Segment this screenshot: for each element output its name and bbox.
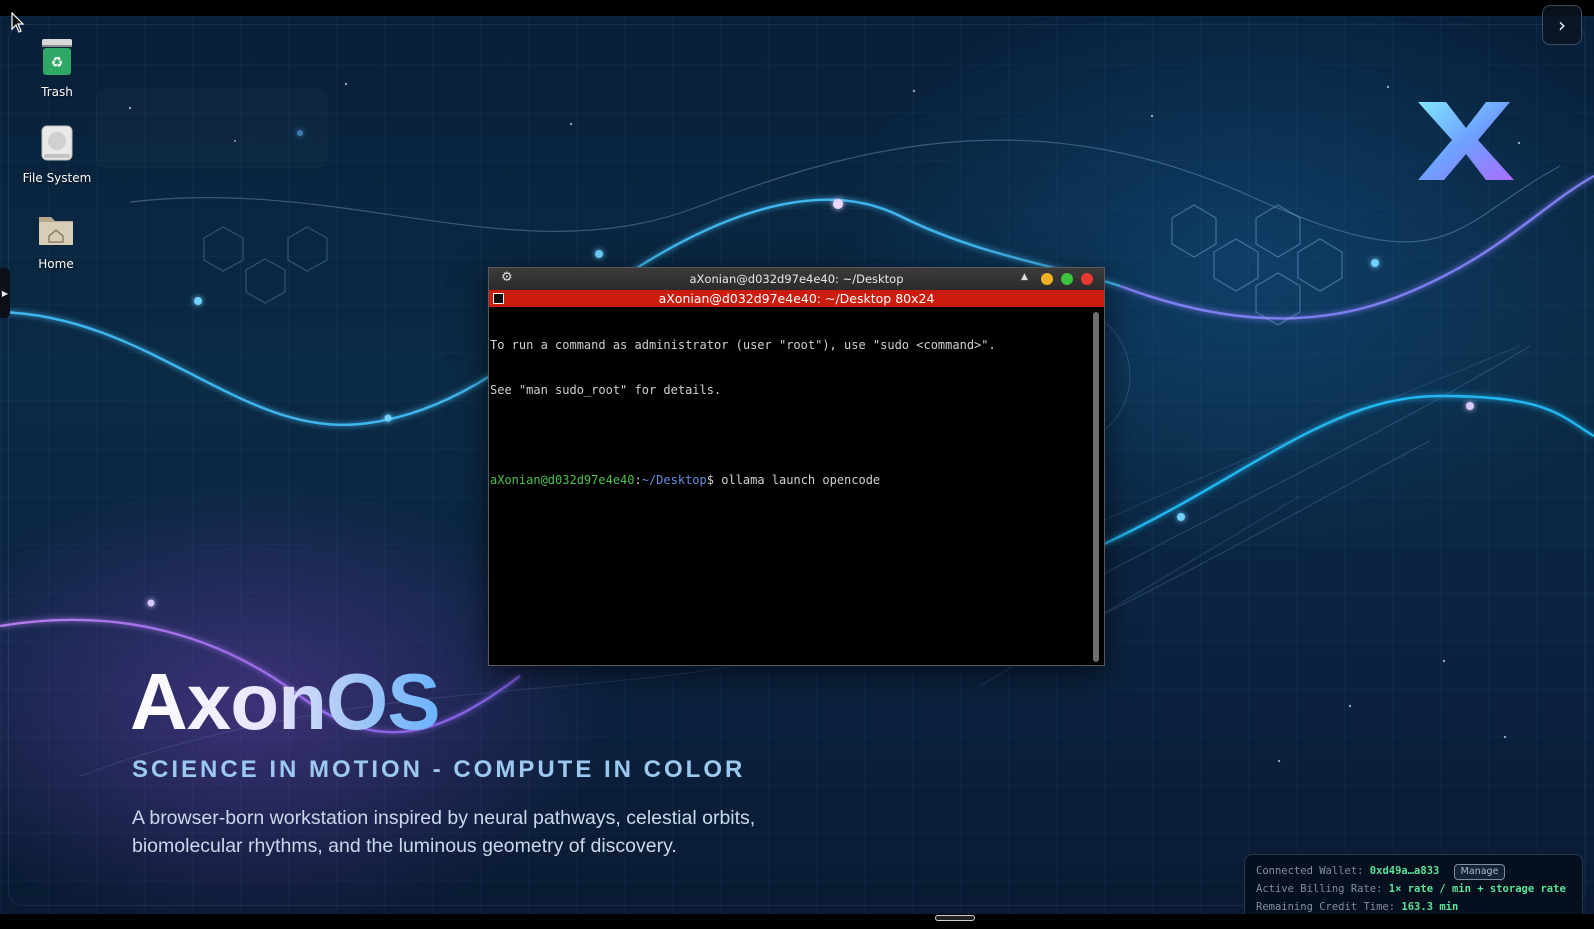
svg-text:♻: ♻ [51, 55, 64, 71]
panel-toggle-button[interactable]: › [1542, 5, 1582, 45]
terminal-line: See "man sudo_root" for details. [490, 383, 722, 397]
wallet-address: 0xd49a…a833 [1369, 865, 1440, 877]
prompt-path: ~/Desktop [641, 473, 707, 487]
dock-handle[interactable] [935, 915, 975, 921]
terminal-prompt-line: aXonian@d032d97e4e40:~/Desktop$ ollama l… [490, 473, 1090, 488]
brand-tagline: SCIENCE IN MOTION - COMPUTE IN COLOR [132, 756, 746, 783]
chevron-right-icon: › [1558, 13, 1566, 37]
side-panel-handle[interactable]: ▶ [0, 268, 10, 318]
terminal-tab-title: aXonian@d032d97e4e40: ~/Desktop 80x24 [658, 291, 935, 306]
prompt-user: aXonian@d032d97e4e40 [490, 473, 635, 487]
credit-row: Remaining Credit Time: 163.3 min [1256, 898, 1582, 914]
mouse-cursor-icon [11, 12, 25, 33]
wallet-row: Connected Wallet: 0xd49a…a833 Manage [1256, 862, 1582, 880]
wallet-connected-label: Connected Wallet: [1256, 865, 1364, 877]
terminal-window-title: aXonian@d032d97e4e40: ~/Desktop [689, 272, 904, 286]
prompt-symbol: $ [706, 473, 722, 487]
wallet-panel: Connected Wallet: 0xd49a…a833 Manage Act… [1244, 854, 1583, 914]
trash-icon: ♻ [42, 39, 72, 75]
desktop-icon-label: File System [22, 171, 92, 185]
terminal-command: ollama launch opencode [721, 473, 881, 487]
terminal-line: To run a command as administrator (user … [490, 338, 996, 352]
close-button[interactable] [1081, 273, 1093, 285]
billing-rate-label: Active Billing Rate: [1256, 883, 1383, 895]
desktop-icon-label: Home [38, 257, 74, 271]
brand-title: AxonOS [130, 657, 441, 746]
desktop-icon-label: Trash [41, 85, 73, 99]
billing-rate-value: 1× rate / min + storage rate [1388, 883, 1566, 895]
shade-icon[interactable]: ▲ [1021, 272, 1028, 282]
drive-icon [41, 125, 73, 161]
credit-time-value: 163.3 min [1401, 901, 1459, 913]
manage-button[interactable]: Manage [1453, 864, 1506, 880]
terminal-output[interactable]: To run a command as administrator (user … [490, 308, 1090, 664]
maximize-button[interactable] [1061, 273, 1073, 285]
home-folder-icon [39, 217, 73, 245]
desktop-icon-file-system[interactable]: File System [7, 123, 107, 185]
desktop-icon-home[interactable]: Home [6, 209, 106, 271]
billing-row: Active Billing Rate: 1× rate / min + sto… [1256, 880, 1582, 898]
bottom-bar [0, 914, 1594, 929]
terminal-tab[interactable]: aXonian@d032d97e4e40: ~/Desktop 80x24 [489, 290, 1104, 307]
brand-description: A browser-born workstation inspired by n… [132, 807, 756, 857]
terminal-titlebar[interactable]: ⚙ aXonian@d032d97e4e40: ~/Desktop ▲ [489, 268, 1104, 290]
terminal-window[interactable]: ⚙ aXonian@d032d97e4e40: ~/Desktop ▲ aXon… [488, 267, 1105, 666]
minimize-button[interactable] [1041, 273, 1053, 285]
terminal-scrollbar[interactable] [1093, 312, 1099, 662]
desktop-icon-trash[interactable]: ♻ Trash [7, 37, 107, 99]
axon-x-logo [1418, 102, 1514, 180]
desktop-background[interactable]: ♻ Trash File System Home AxonOS SCIENCE … [0, 16, 1594, 914]
credit-time-label: Remaining Credit Time: [1256, 901, 1396, 913]
caret-right-icon: ▶ [1, 288, 9, 298]
terminal-icon [493, 293, 504, 304]
top-bar [0, 0, 1594, 16]
prompt-separator: : [634, 473, 642, 487]
